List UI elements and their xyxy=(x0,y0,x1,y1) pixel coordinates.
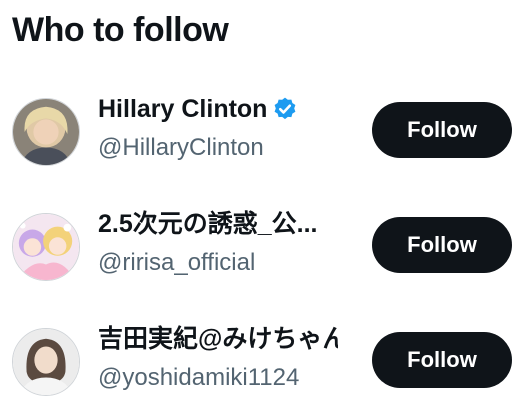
follow-button[interactable]: Follow xyxy=(372,332,512,388)
account-row[interactable]: 吉田実紀@みけちゃん @yoshidamiki1124 Follow xyxy=(0,320,530,420)
avatar-illustration xyxy=(13,214,79,280)
verified-badge-icon xyxy=(275,97,296,120)
account-name[interactable]: 吉田実紀@みけちゃん xyxy=(98,322,338,356)
avatar[interactable] xyxy=(12,98,80,166)
account-name-text[interactable]: Hillary Clinton xyxy=(98,92,267,126)
avatar-photo xyxy=(13,99,79,165)
follow-button[interactable]: Follow xyxy=(372,102,512,158)
avatar-photo xyxy=(13,329,79,395)
account-row[interactable]: Hillary Clinton @HillaryClinton Follow xyxy=(0,90,530,190)
account-name[interactable]: 2.5次元の誘惑_公... xyxy=(98,207,318,241)
account-name[interactable]: Hillary Clinton xyxy=(98,92,298,126)
account-row[interactable]: 2.5次元の誘惑_公... @ririsa_official Follow xyxy=(0,205,530,305)
follow-button[interactable]: Follow xyxy=(372,217,512,273)
avatar[interactable] xyxy=(12,213,80,281)
account-handle[interactable]: @ririsa_official xyxy=(98,247,255,279)
account-handle[interactable]: @yoshidamiki1124 xyxy=(98,362,299,394)
who-to-follow-panel: Who to follow Hillary Clinton @HillaryCl… xyxy=(0,0,530,420)
avatar[interactable] xyxy=(12,328,80,396)
section-title: Who to follow xyxy=(12,11,229,49)
account-name-text[interactable]: 吉田実紀@みけちゃん xyxy=(98,322,338,356)
account-handle[interactable]: @HillaryClinton xyxy=(98,132,264,164)
account-name-text[interactable]: 2.5次元の誘惑_公... xyxy=(98,207,318,241)
